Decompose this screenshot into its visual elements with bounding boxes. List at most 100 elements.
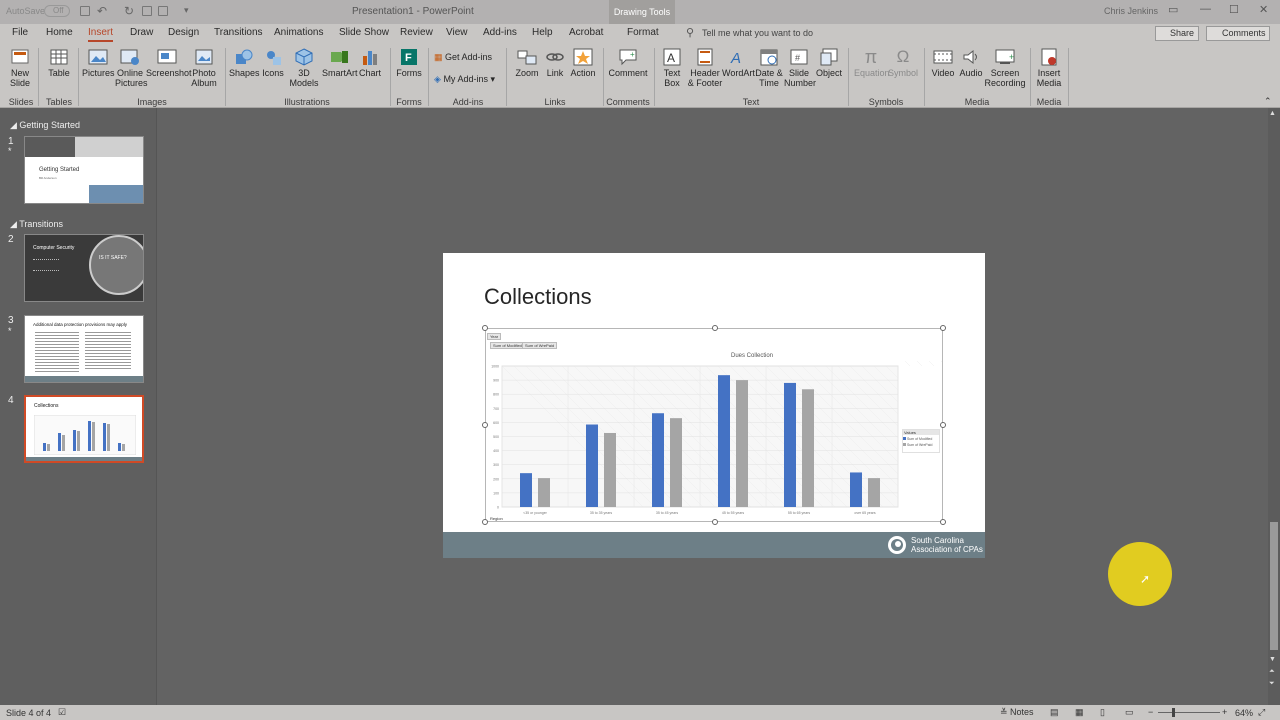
pictures-button[interactable]: Pictures: [82, 48, 115, 78]
screen-recording-button[interactable]: + Screen Recording: [984, 48, 1026, 88]
accessibility-icon[interactable]: ☑: [58, 707, 66, 718]
zoom-in-icon[interactable]: +: [1222, 707, 1227, 717]
online-pictures-button[interactable]: Online Pictures: [115, 48, 148, 88]
zoom-button[interactable]: Zoom: [512, 48, 542, 78]
slide-number-button[interactable]: # Slide Number: [784, 48, 816, 88]
zoom-out-icon[interactable]: −: [1148, 707, 1153, 717]
fit-to-window-icon[interactable]: ⤢: [1258, 707, 1265, 718]
forms-button[interactable]: F Forms: [394, 48, 424, 78]
tab-acrobat[interactable]: Acrobat: [569, 27, 603, 38]
normal-view-icon[interactable]: ▤: [1050, 707, 1059, 718]
tab-format[interactable]: Format: [627, 27, 659, 38]
touch-mode-icon[interactable]: [158, 6, 168, 16]
section-header-transitions[interactable]: ◢ Transitions: [10, 219, 63, 230]
chart-button[interactable]: Chart: [356, 48, 384, 78]
vertical-scrollbar[interactable]: ▲ ▼ ⏶ ⏷: [1268, 108, 1280, 705]
slide-thumbnail-3[interactable]: Additional data protection provisions ma…: [24, 315, 144, 383]
action-button[interactable]: Action: [568, 48, 598, 78]
tab-draw[interactable]: Draw: [130, 27, 153, 38]
my-addins-button[interactable]: ◈ My Add-ins ▾: [434, 74, 495, 85]
tell-me-input[interactable]: Tell me what you want to do: [702, 28, 813, 38]
3d-models-button[interactable]: 3D Models: [287, 48, 321, 88]
slide-title[interactable]: Collections: [484, 284, 592, 310]
pivot-chart-object[interactable]: Year Sum of Modified Sum of WrePaid Dues…: [482, 325, 946, 525]
maximize-icon[interactable]: ☐: [1229, 3, 1239, 16]
get-addins-button[interactable]: ▦ Get Add-ins: [434, 52, 492, 63]
object-button[interactable]: Object: [814, 48, 844, 78]
equation-button[interactable]: π Equation: [854, 48, 890, 78]
save-icon[interactable]: [80, 6, 90, 16]
tab-animations[interactable]: Animations: [274, 27, 323, 38]
photo-album-button[interactable]: Photo Album: [188, 48, 220, 88]
tab-transitions[interactable]: Transitions: [214, 27, 263, 38]
tab-help[interactable]: Help: [532, 27, 553, 38]
resize-handle-tr[interactable]: [940, 325, 946, 331]
table-button[interactable]: Table: [44, 48, 74, 78]
notes-button[interactable]: ≚ Notes: [1000, 707, 1034, 718]
shapes-button[interactable]: Shapes: [229, 48, 260, 78]
insert-media-button[interactable]: Insert Media: [1034, 48, 1064, 88]
resize-handle-l[interactable]: [482, 422, 488, 428]
chart-field-button-region[interactable]: Region: [490, 516, 503, 521]
tab-file[interactable]: File: [12, 27, 28, 38]
next-slide-icon[interactable]: ⏷: [1269, 680, 1275, 688]
chart-title[interactable]: Dues Collection: [731, 353, 773, 359]
slideshow-view-icon[interactable]: ▭: [1125, 707, 1134, 718]
close-icon[interactable]: ✕: [1259, 3, 1268, 16]
previous-slide-icon[interactable]: ⏶: [1269, 668, 1275, 676]
slide-thumbnail-1[interactable]: Getting Started Bill Anderson: [24, 136, 144, 204]
zoom-level[interactable]: 64%: [1235, 708, 1253, 718]
video-button[interactable]: Video: [928, 48, 958, 78]
header-footer-button[interactable]: Header & Footer: [686, 48, 724, 88]
chart-value-button-modified[interactable]: Sum of Modified: [490, 342, 525, 349]
symbol-button[interactable]: Ω Symbol: [888, 48, 918, 79]
resize-handle-br[interactable]: [940, 519, 946, 525]
comments-button[interactable]: Comments: [1206, 26, 1270, 41]
tab-review[interactable]: Review: [400, 27, 433, 38]
icons-button[interactable]: Icons: [259, 48, 287, 78]
reading-view-icon[interactable]: ▯: [1100, 707, 1105, 718]
date-time-button[interactable]: Date & Time: [754, 48, 784, 88]
tab-home[interactable]: Home: [46, 27, 73, 38]
slide-sorter-icon[interactable]: ▦: [1075, 707, 1084, 718]
tab-design[interactable]: Design: [168, 27, 199, 38]
new-comment-button[interactable]: + Comment: [608, 48, 648, 78]
slide-editing-canvas[interactable]: Collections Year Sum of Modified Sum of …: [158, 108, 1268, 705]
text-box-button[interactable]: A Text Box: [658, 48, 686, 88]
new-slide-button[interactable]: New Slide: [5, 48, 35, 88]
scroll-thumb[interactable]: [1270, 522, 1278, 650]
link-button[interactable]: Link: [542, 48, 568, 78]
slide-thumbnail-4[interactable]: Collections: [24, 395, 144, 463]
autosave-toggle[interactable]: Off: [44, 5, 70, 17]
resize-handle-b[interactable]: [712, 519, 718, 525]
collapse-ribbon-icon[interactable]: ⌃: [1264, 96, 1272, 107]
smartart-button[interactable]: SmartArt: [322, 48, 358, 78]
screenshot-button[interactable]: Screenshot: [146, 48, 192, 78]
resize-handle-r[interactable]: [940, 422, 946, 428]
share-button[interactable]: Share: [1155, 26, 1199, 41]
section-header-getting-started[interactable]: ◢ Getting Started: [10, 120, 80, 131]
ribbon-display-options-icon[interactable]: ▭: [1168, 3, 1178, 16]
tab-slide-show[interactable]: Slide Show: [339, 27, 389, 38]
chart-value-button-wrepaid[interactable]: Sum of WrePaid: [522, 342, 558, 349]
chart-legend[interactable]: Values Sum of Modified Sum of WrePaid: [902, 429, 940, 453]
wordart-button[interactable]: A WordArt: [722, 48, 755, 78]
tab-add-ins[interactable]: Add-ins: [483, 27, 517, 38]
slide-thumbnail-2[interactable]: Computer Security IS IT SAFE?: [24, 234, 144, 302]
audio-button[interactable]: Audio: [956, 48, 986, 78]
minimize-icon[interactable]: —: [1200, 3, 1211, 15]
zoom-slider-thumb[interactable]: [1172, 708, 1175, 717]
resize-handle-tl[interactable]: [482, 325, 488, 331]
redo-icon[interactable]: ↻: [124, 4, 134, 18]
user-name[interactable]: Chris Jenkins: [1104, 6, 1158, 16]
resize-handle-t[interactable]: [712, 325, 718, 331]
scroll-down-icon[interactable]: ▼: [1269, 656, 1276, 663]
customize-qat-icon[interactable]: ▾: [184, 5, 189, 16]
slide-4[interactable]: Collections Year Sum of Modified Sum of …: [443, 253, 985, 558]
tab-insert[interactable]: Insert: [88, 27, 114, 42]
undo-icon[interactable]: ↶: [97, 4, 107, 18]
zoom-slider[interactable]: [1158, 712, 1220, 713]
resize-handle-bl[interactable]: [482, 519, 488, 525]
scroll-up-icon[interactable]: ▲: [1269, 110, 1276, 117]
tab-view[interactable]: View: [446, 27, 468, 38]
